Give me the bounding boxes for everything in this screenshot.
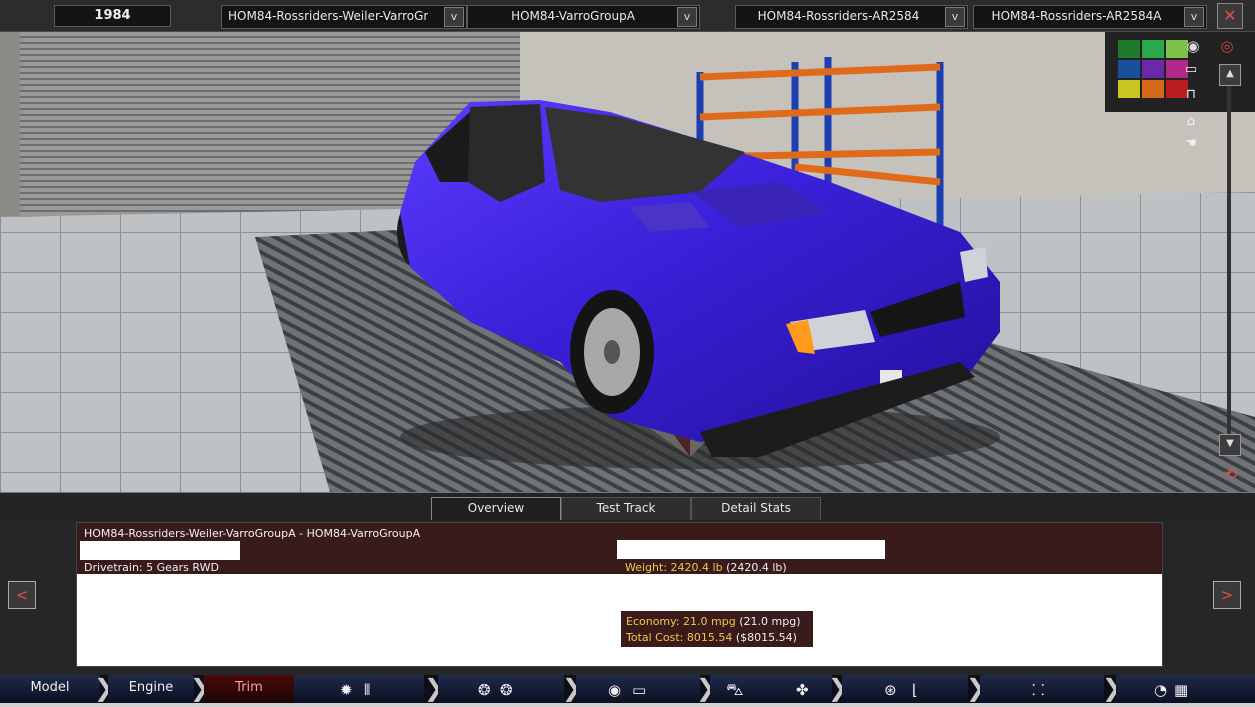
wheel-icon: ❂ <box>478 681 491 699</box>
tab-test-track[interactable]: Test Track <box>561 497 691 522</box>
hand-icon[interactable]: ☚ <box>1176 136 1206 154</box>
empty-field <box>80 541 240 560</box>
drivetrain-stat: Drivetrain: 5 Gears RWD <box>84 561 219 574</box>
engine-family-selector-value: HOM84-Rossriders-AR2584 <box>757 9 920 23</box>
car-side-icon[interactable]: ▭ <box>1176 62 1206 80</box>
car-body-icon: ⛍ <box>726 680 744 700</box>
trim-selector[interactable]: HOM84-VarroGroupA v <box>467 5 700 29</box>
speedometer-icon: ◔ <box>1154 681 1168 699</box>
nav-model-label[interactable]: Model <box>0 680 100 695</box>
car-rear-icon[interactable]: ⊓ <box>1176 87 1206 105</box>
eye-icon[interactable]: ◉ <box>1178 37 1208 57</box>
chevron-right-icon: ❯ <box>828 674 849 702</box>
gearbox-icon: ⫴ <box>364 681 371 699</box>
nav-engine-label[interactable]: Engine <box>108 680 194 695</box>
model-selector[interactable]: HOM84-Rossriders-Weiler-VarroGroupA v <box>221 5 467 29</box>
nav-interior-segment[interactable]: ⊛ ⌊ <box>842 675 968 703</box>
nav-suspension-segment[interactable]: ⸬ <box>980 675 1104 703</box>
nav-engine-segment[interactable]: Engine <box>108 675 194 703</box>
nav-brakes-segment[interactable]: ◉ ▭ <box>576 675 700 703</box>
engine-variant-dropdown-button[interactable]: v <box>1184 7 1204 27</box>
economy-stat: Economy: 21.0 mpg (21.0 mpg) <box>626 614 808 630</box>
engine-variant-selector-value: HOM84-Rossriders-AR2584A <box>991 9 1162 23</box>
car-3d-viewport[interactable]: ◉ ◎ ▭ ⊓ ⌂ ☚ ▲ ▼ ⟲ <box>0 32 1255 492</box>
close-button[interactable]: ✕ <box>1217 3 1243 29</box>
seat-icon: ⌊ <box>912 681 918 699</box>
car-title: HOM84-Rossriders-Weiler-VarroGroupA - HO… <box>84 527 421 540</box>
engine-variant-selector[interactable]: HOM84-Rossriders-AR2584A v <box>973 5 1207 29</box>
nav-model-segment[interactable]: Model <box>0 675 100 703</box>
trim-dropdown-button[interactable]: v <box>677 7 697 27</box>
trim-selector-value: HOM84-VarroGroupA <box>511 9 635 23</box>
chevron-right-icon: ❯ <box>696 674 717 702</box>
economy-cost-box: Economy: 21.0 mpg (21.0 mpg) Total Cost:… <box>621 611 813 647</box>
steering-wheel-icon: ⊛ <box>884 681 897 699</box>
garage-scene <box>0 32 1255 492</box>
fan-icon: ✤ <box>796 681 809 699</box>
engine-icon: ✹ <box>340 681 353 699</box>
chevron-right-icon: ❯ <box>424 674 445 702</box>
chevron-right-icon: ❯ <box>966 674 987 702</box>
model-selector-value: HOM84-Rossriders-Weiler-VarroGroupA <box>228 9 428 23</box>
weight-value: Weight: 2420.4 lb <box>625 561 723 574</box>
tab-overview[interactable]: Overview <box>431 497 561 522</box>
overview-header: HOM84-Rossriders-Weiler-VarroGroupA - HO… <box>77 523 1162 574</box>
tab-detail-stats[interactable]: Detail Stats <box>691 497 821 522</box>
suspension-icon: ⸬ <box>1032 681 1045 699</box>
engine-family-dropdown-button[interactable]: v <box>945 7 965 27</box>
total-cost-value: Total Cost: 8015.54 <box>626 631 733 644</box>
chevron-right-icon: ❯ <box>190 674 211 702</box>
nav-trim-label[interactable]: Trim <box>204 680 294 695</box>
model-year: 1984 <box>54 5 171 27</box>
model-dropdown-button[interactable]: v <box>444 7 464 27</box>
window-bottom-edge <box>0 703 1255 707</box>
chevron-right-icon: ❯ <box>562 674 583 702</box>
chassis-icon: ▭ <box>632 681 647 699</box>
economy-value: Economy: 21.0 mpg <box>626 615 736 628</box>
checkered-flag-icon: ▦ <box>1174 681 1189 699</box>
nav-engine-parts-segment[interactable]: ✹ ⫴ <box>294 675 424 703</box>
nav-trim-segment[interactable]: Trim <box>204 675 294 703</box>
overview-panel: HOM84-Rossriders-Weiler-VarroGroupA - HO… <box>76 522 1163 667</box>
car-top-icon[interactable]: ⌂ <box>1176 114 1206 132</box>
chevron-right-icon: ❯ <box>1102 674 1123 702</box>
chevron-right-icon: ❯ <box>94 674 115 702</box>
total-cost-compare: ($8015.54) <box>735 631 797 644</box>
nav-body-segment[interactable]: ⛍ ✤ <box>710 675 832 703</box>
bottom-navigation: Model ❯ Engine ❯ Trim ✹ ⫴ ❯ ❂ ❂ ❯ ◉ ▭ ❯ … <box>0 675 1255 703</box>
weight-compare: (2420.4 lb) <box>726 561 787 574</box>
nav-wheels-segment[interactable]: ❂ ❂ <box>438 675 564 703</box>
previous-button[interactable]: < <box>8 581 36 609</box>
car-front-icon[interactable]: ◎ <box>1212 37 1242 57</box>
empty-field <box>617 540 885 559</box>
reset-view-icon[interactable]: ⟲ <box>1216 464 1246 486</box>
weight-stat: Weight: 2420.4 lb (2420.4 lb) <box>625 561 787 574</box>
scroll-down-button[interactable]: ▼ <box>1219 434 1241 456</box>
economy-compare: (21.0 mpg) <box>739 615 801 628</box>
tab-strip: Overview Test Track Detail Stats <box>0 492 1255 522</box>
next-button[interactable]: > <box>1213 581 1241 609</box>
nav-testing-segment[interactable]: ◔ ▦ <box>1116 675 1255 703</box>
wheel-icon: ❂ <box>500 681 513 699</box>
zoom-scrollbar[interactable]: ▲ ▼ <box>1216 64 1242 456</box>
scroll-up-button[interactable]: ▲ <box>1219 64 1241 86</box>
engine-family-selector[interactable]: HOM84-Rossriders-AR2584 v <box>735 5 968 29</box>
total-cost-stat: Total Cost: 8015.54 ($8015.54) <box>626 630 808 646</box>
scroll-track[interactable] <box>1227 86 1231 434</box>
brake-icon: ◉ <box>608 681 622 699</box>
